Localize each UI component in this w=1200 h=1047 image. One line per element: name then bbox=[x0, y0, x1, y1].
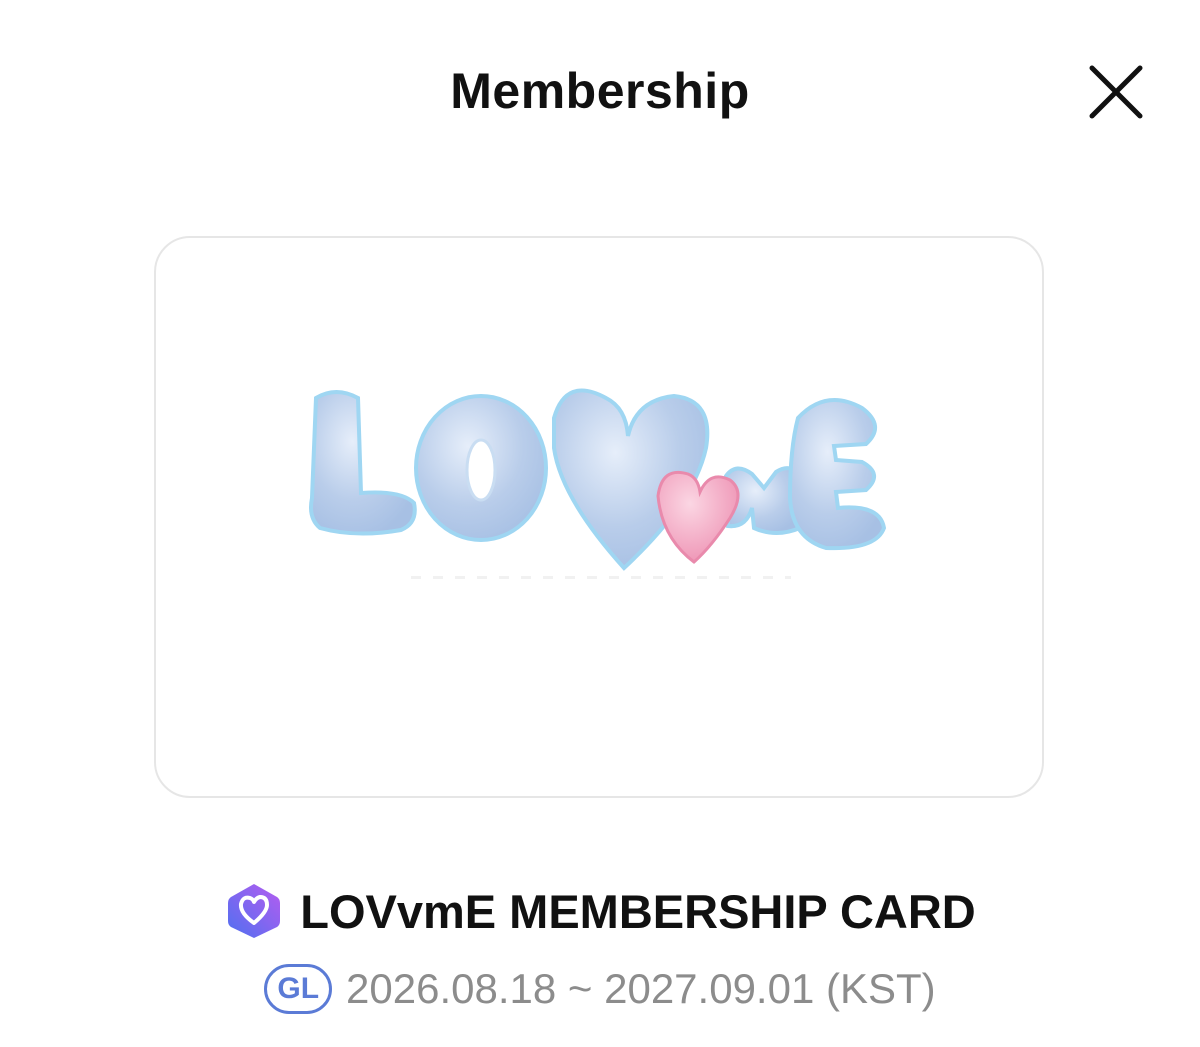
heart-shield-icon bbox=[228, 884, 281, 938]
close-button[interactable] bbox=[1080, 56, 1152, 128]
membership-card-name: LOVvmE MEMBERSHIP CARD bbox=[300, 884, 976, 938]
header-bar: Membership bbox=[0, 0, 1200, 185]
membership-card-image[interactable] bbox=[154, 236, 1044, 798]
page-title: Membership bbox=[450, 63, 750, 119]
close-icon bbox=[1089, 65, 1143, 119]
card-faint-rule bbox=[411, 576, 791, 579]
card-name-row: LOVvmE MEMBERSHIP CARD bbox=[0, 876, 1200, 946]
level-badge: GL bbox=[264, 964, 333, 1014]
validity-row: GL 2026.08.18 ~ 2027.09.01 (KST) bbox=[0, 958, 1200, 1020]
validity-period: 2026.08.18 ~ 2027.09.01 (KST) bbox=[346, 965, 936, 1012]
lovvme-logo bbox=[309, 388, 887, 571]
